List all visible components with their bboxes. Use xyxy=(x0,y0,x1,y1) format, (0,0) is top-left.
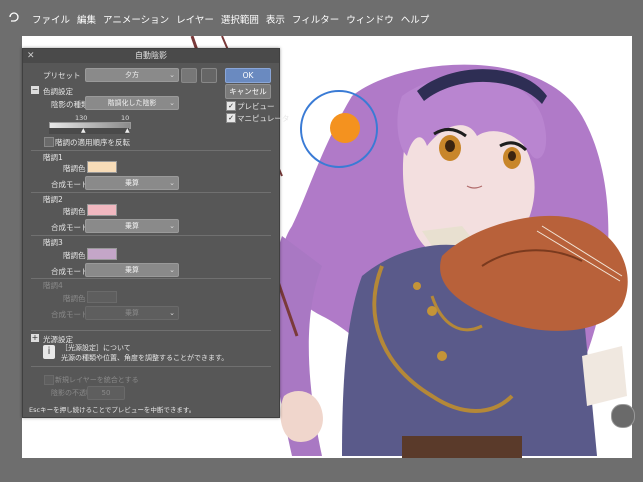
blend-value: 乗算 xyxy=(125,179,139,187)
shadow-type-dropdown[interactable]: 階調化した陰影 ⌄ xyxy=(85,96,179,110)
reverse-order-label: 階調の適用順序を反転 xyxy=(55,138,130,147)
menu-item[interactable]: 編集 xyxy=(77,12,96,26)
gradient-1-color-label: 階調色 xyxy=(63,164,86,173)
gradient-1-blend-label: 合成モード xyxy=(51,180,89,189)
chevron-down-icon: ⌄ xyxy=(169,309,175,317)
color-settings-label: 色調設定 xyxy=(43,87,73,96)
bottom-bar xyxy=(0,458,643,482)
info-title: ［光源設定］について xyxy=(61,344,131,352)
gradient-1-color-swatch[interactable] xyxy=(87,161,117,173)
gradient-1-label: 階調1 xyxy=(43,153,63,162)
manipulator-checkbox[interactable]: ✓ xyxy=(226,113,236,123)
gradient-4-blend-dropdown: 乗算 ⌄ xyxy=(85,306,179,320)
menu-item[interactable]: ウィンドウ xyxy=(346,12,394,26)
menu-items: ファイル 編集 アニメーション レイヤー 選択範囲 表示 フィルター ウィンドウ ヘルプ xyxy=(32,12,436,26)
ok-button[interactable]: OK xyxy=(225,68,271,83)
preview-checkbox[interactable]: ✓ xyxy=(226,101,236,111)
chevron-down-icon: ⌄ xyxy=(169,99,175,107)
reverse-order-checkbox[interactable] xyxy=(44,137,54,147)
collapse-icon[interactable]: − xyxy=(31,86,39,94)
footer-hint: Escキーを押し続けることでプレビューを中断できます。 xyxy=(29,406,196,414)
new-layer-checkbox xyxy=(44,375,54,385)
layer-opacity-value: 50 xyxy=(101,389,111,397)
preview-label: プレビュー xyxy=(237,102,275,111)
menu-item[interactable]: 表示 xyxy=(266,12,285,26)
divider xyxy=(31,278,271,279)
menu-item[interactable]: ヘルプ xyxy=(401,12,430,26)
menu-item[interactable]: ファイル xyxy=(32,12,70,26)
info-icon: i xyxy=(43,345,55,359)
slider-right-value: 10 xyxy=(121,114,130,122)
chevron-down-icon: ⌄ xyxy=(169,266,175,274)
gradient-slider-handles[interactable]: ▲ ▲ xyxy=(49,127,130,134)
divider xyxy=(31,330,271,331)
shadow-type-value: 階調化した陰影 xyxy=(107,99,157,107)
blend-value: 乗算 xyxy=(125,222,139,230)
gradient-3-color-swatch[interactable] xyxy=(87,248,117,260)
preset-register-button[interactable] xyxy=(181,68,197,83)
gradient-4-blend-label: 合成モード xyxy=(51,310,89,319)
gradient-2-blend-dropdown[interactable]: 乗算 ⌄ xyxy=(85,219,179,233)
gradient-4-label: 階調4 xyxy=(43,281,63,290)
shadow-type-label: 陰影の種類 xyxy=(51,100,89,109)
preset-value: 夕方 xyxy=(125,71,139,79)
preset-label: プリセット xyxy=(43,71,81,80)
gradient-3-blend-label: 合成モード xyxy=(51,267,89,276)
gradient-1-blend-dropdown[interactable]: 乗算 ⌄ xyxy=(85,176,179,190)
manipulator-label: マニピュレータ xyxy=(237,114,290,123)
slider-left-value: 130 xyxy=(75,114,88,122)
cancel-button[interactable]: キャンセル xyxy=(225,84,271,99)
gradient-2-color-swatch[interactable] xyxy=(87,204,117,216)
preset-delete-button[interactable] xyxy=(201,68,217,83)
close-icon[interactable]: ✕ xyxy=(27,49,35,63)
menu-item[interactable]: フィルター xyxy=(292,12,339,26)
chevron-down-icon: ⌄ xyxy=(169,179,175,187)
auto-shading-dialog: ✕ 自動陰影 プリセット 夕方 ⌄ OK キャンセル ✓ プレビュー ✓ マニピュ… xyxy=(22,48,289,418)
gradient-3-label: 階調3 xyxy=(43,238,63,247)
blend-value: 乗算 xyxy=(125,309,139,317)
gradient-2-color-label: 階調色 xyxy=(63,207,86,216)
layer-opacity-input: 50 xyxy=(87,386,125,400)
dialog-title: 自動陰影 xyxy=(135,51,167,60)
divider xyxy=(31,366,271,367)
gradient-3-blend-dropdown[interactable]: 乗算 ⌄ xyxy=(85,263,179,277)
gradient-2-label: 階調2 xyxy=(43,195,63,204)
dialog-title-bar: ✕ 自動陰影 xyxy=(23,49,279,63)
gradient-3-color-label: 階調色 xyxy=(63,251,86,260)
slider-handle-icon[interactable]: ▲ xyxy=(81,127,86,134)
menu-bar: ファイル 編集 アニメーション レイヤー 選択範囲 表示 フィルター ウィンドウ ヘルプ xyxy=(0,0,643,34)
app-menu-icon[interactable] xyxy=(8,11,20,23)
info-text: 光源の種類や位置、角度を調整することができます。 xyxy=(61,354,229,362)
chevron-down-icon: ⌄ xyxy=(169,71,175,79)
blend-value: 乗算 xyxy=(125,266,139,274)
divider xyxy=(31,192,271,193)
gradient-4-color-label: 階調色 xyxy=(63,294,86,303)
floating-tool-button[interactable] xyxy=(611,404,635,428)
expand-icon[interactable]: + xyxy=(31,334,39,342)
divider xyxy=(31,235,271,236)
preset-dropdown[interactable]: 夕方 ⌄ xyxy=(85,68,179,82)
new-layer-label: 新規レイヤーを統合とする xyxy=(55,376,139,384)
menu-item[interactable]: レイヤー xyxy=(176,12,214,26)
menu-item[interactable]: アニメーション xyxy=(103,12,169,26)
slider-handle-icon[interactable]: ▲ xyxy=(125,127,130,134)
gradient-4-color-swatch xyxy=(87,291,117,303)
menu-item[interactable]: 選択範囲 xyxy=(221,12,259,26)
divider xyxy=(31,150,271,151)
chevron-down-icon: ⌄ xyxy=(169,222,175,230)
gradient-2-blend-label: 合成モード xyxy=(51,223,89,232)
